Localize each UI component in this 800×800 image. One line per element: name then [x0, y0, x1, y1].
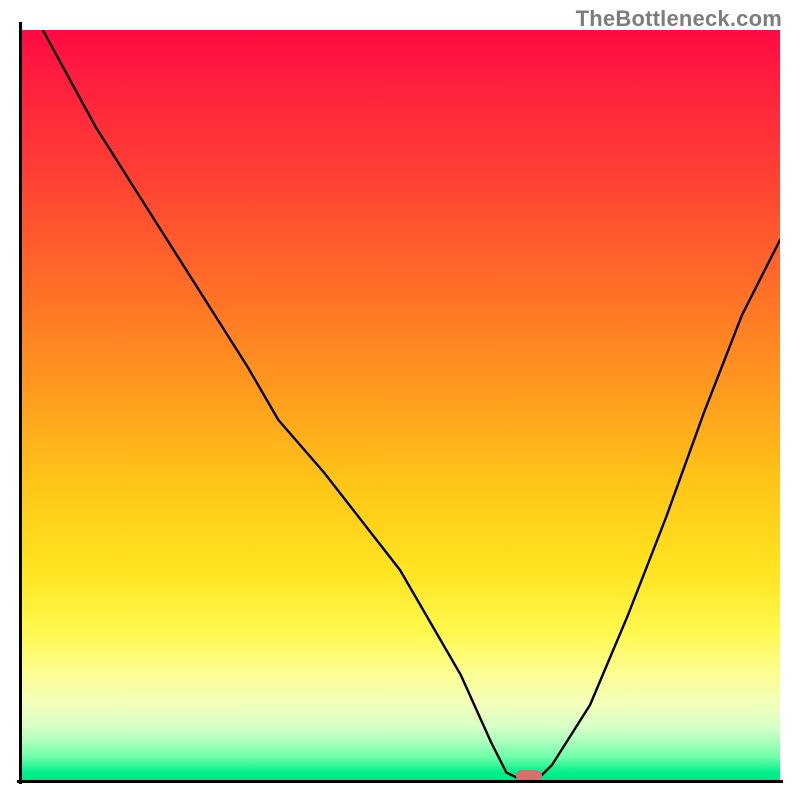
chart-stage: TheBottleneck.com	[0, 0, 800, 800]
y-axis	[19, 22, 22, 784]
x-axis	[17, 780, 783, 783]
plot-area	[20, 30, 780, 780]
bottleneck-curve	[20, 30, 780, 780]
watermark: TheBottleneck.com	[576, 6, 782, 32]
